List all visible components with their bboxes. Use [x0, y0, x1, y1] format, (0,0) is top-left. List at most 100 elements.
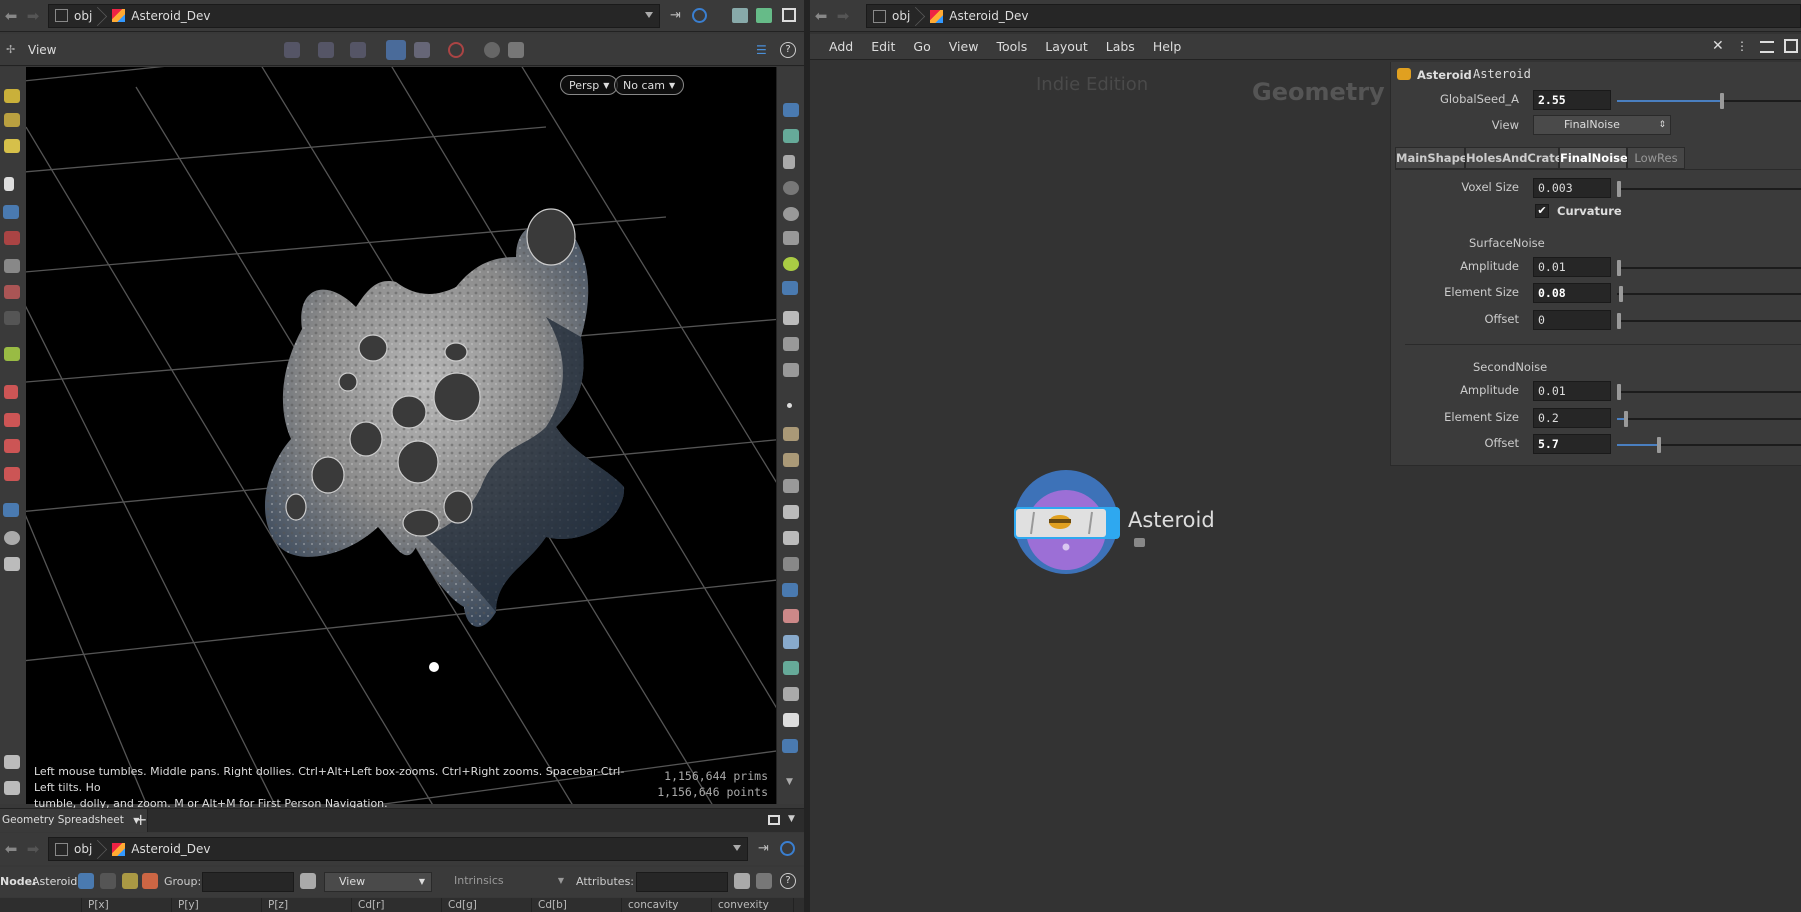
points-mode-icon[interactable] [78, 873, 94, 889]
view-param-dropdown[interactable]: FinalNoise ⇕ [1533, 115, 1671, 135]
normal-icon[interactable] [783, 505, 799, 519]
forward-arrow-icon[interactable]: ➡ [22, 840, 44, 858]
ghost-display-icon[interactable] [783, 337, 799, 351]
sphere-icon[interactable] [783, 207, 799, 221]
menu-go[interactable]: Go [904, 39, 939, 54]
second-amplitude-field[interactable]: 0.01 [1533, 381, 1611, 401]
select-tool-icon[interactable] [4, 89, 20, 103]
column-header[interactable]: convexity [712, 898, 794, 912]
add-tab-button[interactable]: + [134, 810, 147, 829]
record-icon[interactable] [448, 42, 464, 58]
3d-viewport[interactable]: Persp ▼ No cam ▼ [26, 67, 776, 804]
lock-icon[interactable] [1134, 538, 1145, 547]
column-header[interactable]: Cd[g] [442, 898, 532, 912]
close-circle-icon[interactable] [783, 181, 799, 195]
menu-labs[interactable]: Labs [1097, 39, 1144, 54]
scale-tool-icon[interactable] [4, 285, 20, 299]
surface-element-size-slider-handle[interactable] [1619, 286, 1623, 302]
view-tool-icon-2[interactable] [3, 503, 19, 517]
node-name-field[interactable]: Asteroid [1471, 67, 1801, 85]
pin-icon[interactable]: ⇥ [670, 8, 681, 23]
surface-offset-slider[interactable] [1617, 313, 1801, 329]
list-icon[interactable] [1760, 41, 1774, 53]
column-header[interactable]: P[x] [82, 898, 172, 912]
handle-tool-icon[interactable] [4, 311, 20, 325]
link-icon[interactable] [692, 8, 707, 23]
diamond-icon[interactable] [783, 635, 799, 649]
ghost-icon[interactable] [414, 42, 430, 58]
menu-edit[interactable]: Edit [862, 39, 904, 54]
menu-help[interactable]: Help [1144, 39, 1191, 54]
curvature-checkbox[interactable]: ✔ [1535, 204, 1549, 218]
filter-icon[interactable] [734, 873, 750, 889]
detail-mode-icon[interactable] [142, 873, 158, 889]
primitives-mode-icon[interactable] [122, 873, 138, 889]
network-breadcrumb[interactable]: obj Asteroid_Dev [866, 4, 1801, 28]
filter-icon[interactable] [300, 873, 316, 889]
voxel-size-slider[interactable] [1617, 181, 1801, 197]
settings-icon[interactable] [756, 873, 772, 889]
wrench-icon[interactable]: ✕ [1712, 38, 1724, 54]
wireframe-icon[interactable] [783, 311, 799, 325]
pointer-tool-icon[interactable] [4, 177, 14, 191]
global-seed-slider[interactable] [1617, 93, 1801, 109]
view-tool-icon[interactable]: ✢ [6, 43, 15, 56]
settings-tool-icon[interactable] [4, 781, 20, 795]
primitive-icon[interactable] [783, 453, 799, 467]
tab-holesandcraters[interactable]: HolesAndCraters [1465, 147, 1575, 169]
edge-icon[interactable] [783, 427, 799, 441]
spreadsheet-breadcrumb[interactable]: obj Asteroid_Dev [48, 837, 748, 861]
view-dropdown[interactable]: View ▼ [324, 872, 432, 892]
uv-icon[interactable] [782, 583, 798, 597]
maximize-icon[interactable] [782, 8, 796, 22]
forward-arrow-icon[interactable]: ➡ [22, 7, 44, 25]
column-header[interactable]: concavity [622, 898, 712, 912]
camera-icon[interactable] [756, 8, 772, 23]
camera-menu[interactable]: No cam ▼ [614, 75, 685, 95]
second-offset-slider-handle[interactable] [1657, 437, 1661, 453]
link-icon[interactable] [780, 841, 795, 856]
texture-icon[interactable] [783, 609, 799, 623]
pin-icon[interactable]: ⇥ [758, 841, 769, 856]
camera-view-icon[interactable] [782, 739, 798, 753]
light-icon[interactable] [783, 231, 799, 245]
attributes-field[interactable] [636, 872, 728, 892]
menu-view[interactable]: View [940, 39, 988, 54]
node-name[interactable]: Asteroid [1128, 508, 1215, 532]
display-icon[interactable] [783, 103, 799, 117]
column-header[interactable]: Cd[b] [532, 898, 622, 912]
asteroid-node[interactable]: Asteroid [1004, 470, 1344, 580]
voxel-size-field[interactable]: 0.003 [1533, 178, 1611, 198]
axis-icon[interactable] [783, 687, 799, 701]
breadcrumb-node[interactable]: Asteroid_Dev [920, 5, 1038, 27]
second-element-size-field[interactable]: 0.2 [1533, 408, 1611, 428]
maximize-icon[interactable] [768, 815, 780, 825]
tab-geometry-spreadsheet[interactable]: Geometry Spreadsheet ▼ [0, 809, 149, 832]
column-header[interactable]: Cd[r] [352, 898, 442, 912]
bulb-icon[interactable] [783, 257, 799, 271]
snap-icon[interactable] [284, 42, 300, 58]
flipbook-tool-icon[interactable] [4, 557, 20, 571]
chevron-down-icon[interactable] [733, 845, 741, 851]
global-seed-slider-handle[interactable] [1720, 93, 1725, 109]
surface-element-size-slider[interactable] [1617, 286, 1801, 302]
chevron-down-icon[interactable]: ▼ [786, 777, 793, 787]
second-amplitude-slider-handle[interactable] [1617, 384, 1621, 400]
template-icon[interactable] [783, 363, 799, 377]
visibility-icon[interactable] [783, 129, 799, 143]
snapshot-icon[interactable] [508, 42, 524, 58]
lock-icon[interactable] [783, 155, 795, 169]
vertices-mode-icon[interactable] [100, 873, 116, 889]
brush-tool-icon[interactable] [4, 113, 20, 127]
second-element-size-slider-handle[interactable] [1624, 411, 1628, 427]
second-element-size-slider[interactable] [1617, 411, 1801, 427]
cube-icon[interactable] [732, 8, 748, 23]
ruler-tool-icon[interactable] [4, 385, 18, 399]
intrinsics-dropdown[interactable]: Intrinsics ▼ [440, 872, 570, 892]
surface-amplitude-slider[interactable] [1617, 260, 1801, 276]
back-arrow-icon[interactable]: ⬅ [0, 7, 22, 25]
rotate-tool-icon[interactable] [4, 259, 20, 273]
back-arrow-icon[interactable]: ⬅ [810, 7, 832, 25]
breadcrumb-obj[interactable]: obj [867, 5, 920, 27]
group-field[interactable] [202, 872, 294, 892]
